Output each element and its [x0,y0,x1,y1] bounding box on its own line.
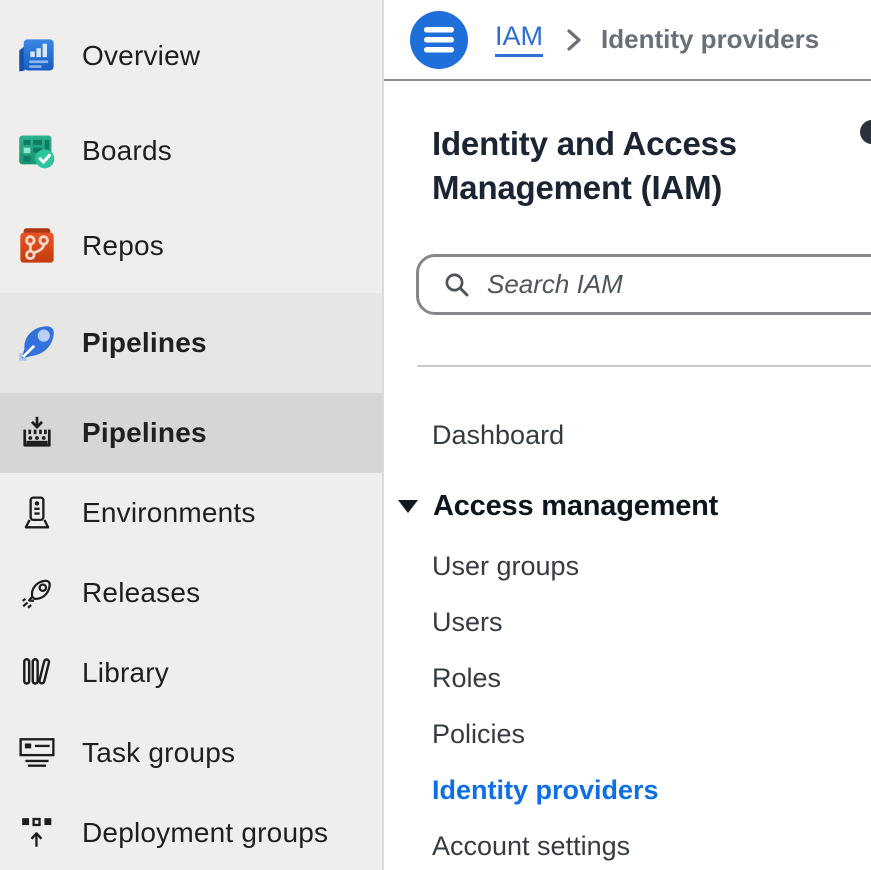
devops-sidebar: Overview Boards [0,0,384,870]
breadcrumb-bar: IAM Identity providers [384,0,871,81]
nav-item-dashboard[interactable]: Dashboard [432,419,564,451]
pipelines-hub-icon [16,412,58,454]
nav-item-users[interactable]: Users [432,606,503,638]
chevron-right-icon [565,27,583,53]
sidebar-item-repos[interactable]: Repos [0,198,382,293]
sidebar-item-label: Deployment groups [82,817,328,849]
deployment-groups-icon [16,812,58,854]
divider [417,365,871,367]
search-icon [443,271,471,299]
task-groups-icon [16,732,58,774]
hamburger-menu-button[interactable] [410,11,468,69]
pipelines-rocket-icon [16,322,58,364]
iam-panel: IAM Identity providers Identity and Acce… [384,0,871,870]
search-box[interactable] [416,254,871,315]
sidebar-item-label: Releases [82,577,200,609]
sidebar-item-label: Pipelines [82,327,207,359]
sidebar-item-environments[interactable]: Environments [0,473,382,553]
sidebar-item-pipelines[interactable]: Pipelines [0,393,382,473]
sidebar-item-boards[interactable]: Boards [0,103,382,198]
hamburger-menu-icon [424,27,454,53]
nav-item-identity-providers[interactable]: Identity providers [432,774,659,806]
releases-icon [16,572,58,614]
sidebar-item-task-groups[interactable]: Task groups [0,713,382,793]
sidebar-item-label: Repos [82,230,164,262]
sidebar-item-pipelines-section[interactable]: Pipelines [0,293,382,393]
close-icon-partial[interactable] [860,120,871,144]
sidebar-item-overview[interactable]: Overview [0,8,382,103]
sidebar-item-label: Environments [82,497,256,529]
environments-icon [16,492,58,534]
library-icon [16,652,58,694]
overview-icon [16,35,58,77]
breadcrumb-link-iam[interactable]: IAM [495,22,543,56]
sidebar-item-releases[interactable]: Releases [0,553,382,633]
nav-item-policies[interactable]: Policies [432,718,525,750]
sidebar-item-label: Overview [82,40,200,72]
sidebar-item-label: Task groups [82,737,235,769]
triangle-down-icon [397,499,419,514]
nav-item-user-groups[interactable]: User groups [432,550,579,582]
sidebar-item-deployment-groups[interactable]: Deployment groups [0,793,382,870]
breadcrumb-current: Identity providers [601,24,819,55]
nav-section-label: Access management [433,490,718,523]
search-input[interactable] [487,265,871,305]
sidebar-item-library[interactable]: Library [0,633,382,713]
sidebar-item-label: Pipelines [82,417,207,449]
boards-icon [16,130,58,172]
nav-item-roles[interactable]: Roles [432,662,501,694]
nav-item-account-settings[interactable]: Account settings [432,830,630,862]
sidebar-item-label: Library [82,657,169,689]
page-title: Identity and Access Management (IAM) [432,122,814,210]
app-root: Overview Boards [0,0,871,870]
repos-icon [16,225,58,267]
sidebar-item-label: Boards [82,135,172,167]
nav-section-access-management[interactable]: Access management [397,490,718,523]
